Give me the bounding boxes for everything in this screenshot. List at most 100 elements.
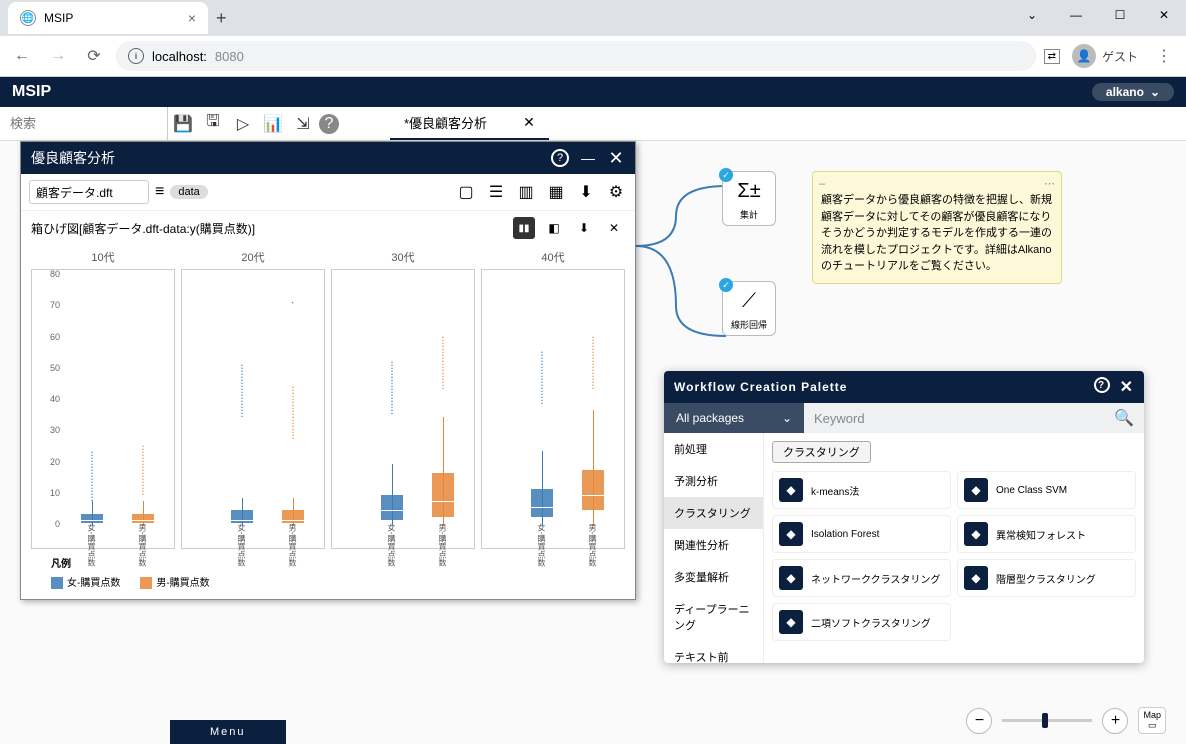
operator-item[interactable]: ◆二項ソフトクラスタリング [772, 603, 951, 641]
operator-item[interactable]: ◆ 異常検知フォレスト [957, 515, 1136, 553]
new-tab-button[interactable]: + [216, 8, 227, 29]
chart-icon[interactable]: 📊 [259, 110, 287, 138]
data-badge[interactable]: data [170, 185, 207, 199]
operator-icon: ◆ [964, 522, 988, 546]
reload-button[interactable]: ⟳ [80, 42, 108, 70]
chevron-down-icon[interactable]: ⌄ [1010, 0, 1054, 30]
operator-label: ネットワーククラスタリング [811, 571, 940, 586]
export-icon[interactable]: ⇲ [289, 110, 317, 138]
close-button[interactable]: ✕ [1142, 0, 1186, 30]
operator-item[interactable]: ◆One Class SVM [957, 471, 1136, 509]
workflow-palette: Workflow Creation Palette ? ✕ All packag… [664, 371, 1144, 663]
layout-single-icon[interactable]: ▢ [455, 181, 477, 203]
category-item[interactable]: 関連性分析 [664, 529, 763, 561]
category-item[interactable]: 前処理 [664, 433, 763, 465]
close-icon[interactable]: ✕ [523, 114, 535, 131]
filename-input[interactable] [29, 180, 149, 204]
minimize-icon[interactable]: — [579, 149, 597, 167]
operator-item[interactable]: ◆ ネットワーククラスタリング [772, 559, 951, 597]
boxplot: • • • • • • • • • • • • • • • • • 男-購買点数 [126, 276, 160, 524]
list-icon[interactable]: ≡ [155, 183, 164, 201]
sticky-note[interactable]: – ⋯ 顧客データから優良顧客の特徴を把握し、新規顧客データに対してその顧客が優… [812, 171, 1062, 284]
help-icon[interactable]: ? [551, 149, 569, 167]
chevron-down-icon: ⌄ [782, 411, 792, 425]
operator-item[interactable]: ◆ 階層型クラスタリング [957, 559, 1136, 597]
x-axis-label: 女-購買点数 [86, 524, 97, 567]
layout-grid-icon[interactable]: ▦ [545, 181, 567, 203]
category-item[interactable]: ディープラーニング [664, 593, 763, 641]
section-title: クラスタリング [772, 441, 871, 463]
facet: 20代• • • • • • • • • • • • • • • • • • 女… [181, 249, 325, 549]
collapse-icon[interactable]: – [819, 176, 825, 193]
node-label: 集計 [727, 208, 771, 221]
help-icon[interactable]: ? [319, 114, 339, 134]
play-icon[interactable]: ▷ [229, 110, 257, 138]
chevron-down-icon: ⌄ [1150, 85, 1160, 99]
chart-type-icon[interactable]: ▮▮ [513, 217, 535, 239]
toggle-icon[interactable]: ◧ [543, 217, 565, 239]
more-icon[interactable]: ⋯ [1044, 176, 1055, 193]
back-button[interactable]: ← [8, 42, 36, 70]
download-icon[interactable]: ⬇ [575, 181, 597, 203]
package-selector[interactable]: All packages ⌄ [664, 403, 804, 433]
layout-cols-icon[interactable]: ▥ [515, 181, 537, 203]
zoom-out-button[interactable]: − [966, 708, 992, 734]
wf-node-linear-regression[interactable]: ✓ ⟋ 線形回帰 [722, 281, 776, 336]
search-icon[interactable]: 🔍 [1114, 408, 1134, 428]
zoom-slider[interactable] [1002, 719, 1092, 722]
kebab-menu-icon[interactable]: ⋮ [1150, 42, 1178, 70]
chart-area: 10代01020304050607080• • • • • • • • • • … [21, 245, 635, 599]
operator-icon: ◆ [779, 566, 803, 590]
globe-icon: 🌐 [20, 10, 36, 26]
plot: • • • • • • • • • • • • • • • • • • 女-購買… [481, 269, 625, 549]
wf-node-aggregate[interactable]: ✓ Σ± 集計 [722, 171, 776, 226]
x-axis-label: 男-購買点数 [437, 524, 448, 567]
operator-label: 階層型クラスタリング [996, 571, 1096, 586]
operator-label: 異常検知フォレスト [996, 527, 1086, 542]
category-item[interactable]: 予測分析 [664, 465, 763, 497]
file-tab[interactable]: *優良顧客分析 ✕ [390, 107, 549, 140]
forward-button[interactable]: → [44, 42, 72, 70]
window-controls: ⌄ — ☐ ✕ [1010, 0, 1186, 30]
panel-header[interactable]: 優良顧客分析 ? — ✕ [21, 142, 635, 174]
zoom-in-button[interactable]: + [1102, 708, 1128, 734]
info-icon[interactable]: i [128, 48, 144, 64]
save-as-icon[interactable]: 🖫 [199, 110, 227, 138]
category-item[interactable]: クラスタリング [664, 497, 763, 529]
profile-button[interactable]: 👤 ゲスト [1072, 44, 1138, 68]
category-item[interactable]: 多変量解析 [664, 561, 763, 593]
minimap-button[interactable]: Map▭ [1138, 707, 1166, 734]
help-icon[interactable]: ? [1094, 377, 1110, 393]
minimize-button[interactable]: — [1054, 0, 1098, 30]
facet: 40代• • • • • • • • • • • • • • • • • • 女… [481, 249, 625, 549]
browser-tab[interactable]: 🌐 MSIP × [8, 2, 208, 34]
palette-header[interactable]: Workflow Creation Palette ? ✕ [664, 371, 1144, 403]
download-icon[interactable]: ⬇ [573, 217, 595, 239]
layout-rows-icon[interactable]: ☰ [485, 181, 507, 203]
panel-title: 優良顧客分析 [31, 148, 115, 168]
search-input[interactable] [0, 107, 168, 140]
close-icon[interactable]: ✕ [603, 217, 625, 239]
node-label: 線形回帰 [727, 318, 771, 331]
maximize-button[interactable]: ☐ [1098, 0, 1142, 30]
operator-item[interactable]: ◆k-means法 [772, 471, 951, 509]
operator-item[interactable]: ◆Isolation Forest [772, 515, 951, 553]
legend-title: 凡例 [51, 555, 605, 570]
close-icon[interactable]: × [188, 10, 196, 26]
menu-button[interactable]: Menu [170, 720, 286, 744]
category-item[interactable]: テキスト前 [664, 641, 763, 663]
boxplot: • • • • • • • • • • • • • • • • • • 女-購買… [525, 276, 559, 524]
save-icon[interactable]: 💾 [169, 110, 197, 138]
translate-icon[interactable]: ⇄ [1044, 49, 1060, 64]
url-input[interactable]: i localhost:8080 [116, 41, 1036, 71]
close-icon[interactable]: ✕ [607, 149, 625, 167]
keyword-input[interactable]: Keyword 🔍 [804, 403, 1144, 433]
gear-icon[interactable]: ⚙ [605, 181, 627, 203]
operator-label: 二項ソフトクラスタリング [811, 615, 931, 630]
operator-icon: ◆ [964, 566, 988, 590]
browser-chrome: 🌐 MSIP × + ⌄ — ☐ ✕ ← → ⟳ i localhost:808… [0, 0, 1186, 77]
canvas[interactable]: 優良顧客分析 ? — ✕ ≡ data ▢ ☰ ▥ ▦ ⬇ ⚙ 箱ひげ図[顧客デ… [0, 141, 1186, 744]
operator-icon: ◆ [779, 522, 803, 546]
close-icon[interactable]: ✕ [1120, 377, 1134, 397]
workspace-selector[interactable]: alkano ⌄ [1092, 83, 1174, 101]
